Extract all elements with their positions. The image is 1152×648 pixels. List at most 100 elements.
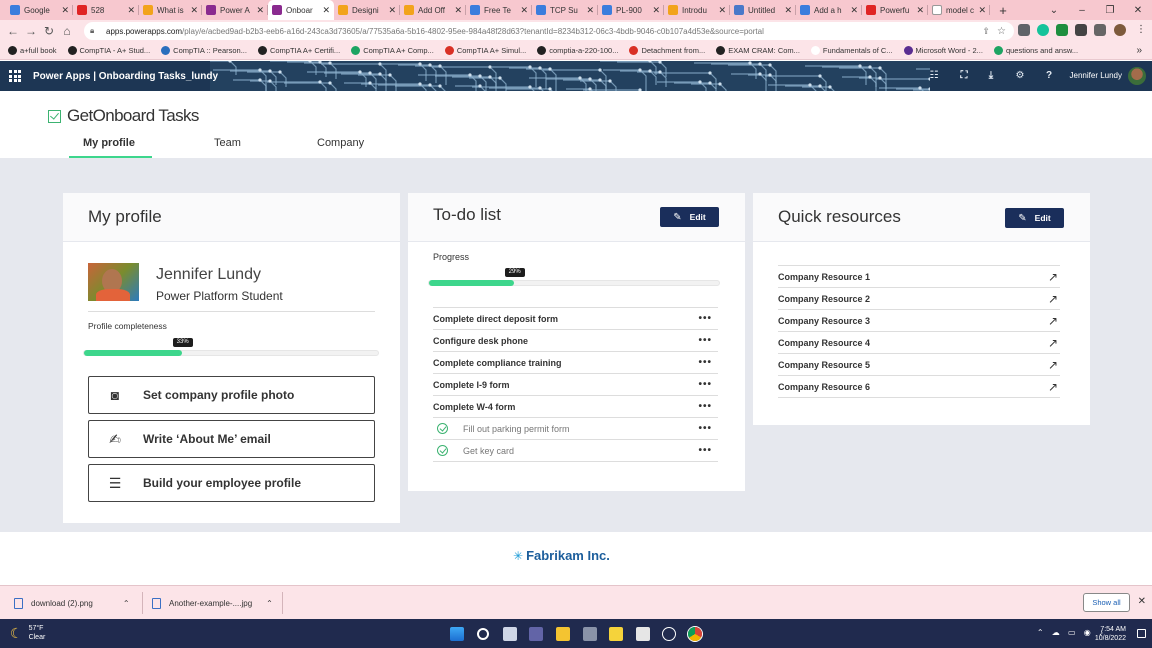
- download-item[interactable]: Another-example-....jpg ⌃: [152, 586, 273, 620]
- close-tab-icon[interactable]: ✕: [520, 5, 528, 16]
- todo-item[interactable]: Complete direct deposit form •••: [433, 307, 718, 329]
- bookmark-item[interactable]: comptia-a-220-100...: [537, 46, 618, 55]
- media-player-icon[interactable]: [662, 627, 676, 641]
- teams-icon[interactable]: [529, 627, 543, 641]
- browser-tab[interactable]: Introdu ✕: [664, 0, 730, 20]
- grammarly-icon[interactable]: [1037, 24, 1049, 36]
- app-launcher-icon[interactable]: [9, 70, 21, 82]
- resource-link[interactable]: Company Resource 6 ↗: [778, 375, 1060, 397]
- home-icon[interactable]: ⌂: [58, 24, 76, 38]
- address-bar[interactable]: 🔒︎ apps.powerapps.com/play/e/acbed9ad-b2…: [84, 22, 1014, 40]
- app-icon[interactable]: [583, 627, 597, 641]
- new-tab-button[interactable]: +: [994, 3, 1012, 18]
- extension-icon[interactable]: [1056, 24, 1068, 36]
- open-external-icon[interactable]: ↗: [1048, 292, 1058, 306]
- bookmark-item[interactable]: CompTIA A+ Certifi...: [257, 46, 340, 55]
- close-tab-icon[interactable]: ✕: [586, 5, 594, 16]
- chevron-up-icon[interactable]: ⌃: [123, 599, 130, 608]
- close-tab-icon[interactable]: ✕: [256, 5, 264, 16]
- browser-tab[interactable]: Designi ✕: [334, 0, 400, 20]
- tab-my-profile[interactable]: My profile: [83, 137, 135, 149]
- menu-icon[interactable]: ⋮: [1135, 24, 1147, 36]
- bookmark-item[interactable]: Detachment from...: [629, 46, 705, 55]
- user-avatar[interactable]: [1128, 67, 1146, 85]
- resources-edit-button[interactable]: ✎ Edit: [1005, 208, 1064, 228]
- settings-icon[interactable]: ⚙: [1014, 70, 1026, 82]
- open-external-icon[interactable]: ↗: [1048, 380, 1058, 394]
- extension-icon[interactable]: [1018, 24, 1030, 36]
- browser-tab[interactable]: model c ✕: [928, 0, 990, 20]
- reload-icon[interactable]: ↻: [40, 24, 58, 38]
- open-external-icon[interactable]: ↗: [1048, 358, 1058, 372]
- bookmark-item[interactable]: CompTIA A+ Simul...: [444, 46, 526, 55]
- close-tab-icon[interactable]: ✕: [190, 5, 198, 16]
- notification-icon[interactable]: [1137, 629, 1146, 638]
- fullscreen-icon[interactable]: ⛶: [958, 70, 970, 82]
- help-icon[interactable]: ?: [1043, 70, 1055, 82]
- search-icon[interactable]: [477, 628, 489, 640]
- profile-avatar[interactable]: [1114, 24, 1126, 36]
- browser-tab[interactable]: What is ✕: [139, 0, 202, 20]
- app-icon[interactable]: [636, 627, 650, 641]
- bookmark-item[interactable]: a+full book: [8, 46, 57, 55]
- open-external-icon[interactable]: ↗: [1048, 314, 1058, 328]
- todo-item[interactable]: Configure desk phone •••: [433, 329, 718, 351]
- chrome-icon[interactable]: [688, 627, 702, 641]
- show-all-button[interactable]: Show all: [1083, 593, 1130, 612]
- download-item[interactable]: download (2).png ⌃: [14, 586, 130, 620]
- close-tab-icon[interactable]: ✕: [916, 5, 924, 16]
- todo-item[interactable]: Fill out parking permit form •••: [433, 417, 718, 439]
- resource-link[interactable]: Company Resource 5 ↗: [778, 353, 1060, 375]
- more-options-icon[interactable]: •••: [698, 357, 712, 368]
- resource-link[interactable]: Company Resource 1 ↗: [778, 265, 1060, 287]
- bookmark-item[interactable]: CompTIA A+ Comp...: [351, 46, 434, 55]
- close-tab-icon[interactable]: ✕: [127, 5, 135, 16]
- close-icon[interactable]: ✕: [1138, 596, 1146, 607]
- browser-tab[interactable]: Power A ✕: [202, 0, 268, 20]
- puzzle-icon[interactable]: [1075, 24, 1087, 36]
- share-icon[interactable]: ⇪: [982, 26, 990, 37]
- browser-tab[interactable]: PL-900 ✕: [598, 0, 664, 20]
- more-options-icon[interactable]: •••: [698, 313, 712, 324]
- bookmark-item[interactable]: questions and answ...: [993, 46, 1078, 55]
- todo-edit-button[interactable]: ✎ Edit: [660, 207, 719, 227]
- close-tab-icon[interactable]: ✕: [388, 5, 396, 16]
- bookmark-item[interactable]: CompTIA :: Pearson...: [161, 46, 247, 55]
- minimize-icon[interactable]: –: [1068, 5, 1096, 16]
- restore-icon[interactable]: ❐: [1096, 5, 1124, 16]
- bookmark-item[interactable]: CompTIA - A+ Stud...: [67, 46, 150, 55]
- tab-team[interactable]: Team: [214, 137, 241, 149]
- profile-action-button[interactable]: ☰ Build your employee profile: [88, 464, 375, 502]
- bookmarks-overflow-icon[interactable]: »: [1136, 45, 1142, 56]
- start-icon[interactable]: [450, 627, 464, 641]
- browser-tab[interactable]: Google ✕: [6, 0, 73, 20]
- browser-tab[interactable]: Untitled ✕: [730, 0, 796, 20]
- close-tab-icon[interactable]: ✕: [850, 5, 858, 16]
- open-external-icon[interactable]: ↗: [1048, 336, 1058, 350]
- close-window-icon[interactable]: ✕: [1124, 5, 1152, 16]
- todo-item[interactable]: Complete I-9 form •••: [433, 373, 718, 395]
- file-explorer-icon[interactable]: [556, 627, 570, 641]
- browser-tab[interactable]: Add a h ✕: [796, 0, 862, 20]
- more-options-icon[interactable]: •••: [698, 379, 712, 390]
- bookmark-item[interactable]: Fundamentals of C...: [810, 46, 893, 55]
- close-tab-icon[interactable]: ✕: [61, 5, 69, 16]
- more-options-icon[interactable]: •••: [698, 401, 712, 412]
- clock[interactable]: 7:54 AM 10/8/2022: [1095, 625, 1126, 643]
- chevron-up-icon[interactable]: ⌃: [266, 599, 273, 608]
- browser-tab[interactable]: TCP Su ✕: [532, 0, 598, 20]
- forward-icon[interactable]: →: [22, 24, 40, 38]
- bookmark-star-icon[interactable]: ☆: [997, 26, 1006, 37]
- open-external-icon[interactable]: ↗: [1048, 270, 1058, 284]
- download-icon[interactable]: ⤓: [985, 70, 997, 82]
- more-options-icon[interactable]: •••: [698, 423, 712, 434]
- todo-item[interactable]: Get key card •••: [433, 439, 718, 461]
- resource-link[interactable]: Company Resource 4 ↗: [778, 331, 1060, 353]
- close-tab-icon[interactable]: ✕: [784, 5, 792, 16]
- browser-tab[interactable]: Add Off ✕: [400, 0, 466, 20]
- close-tab-icon[interactable]: ✕: [978, 5, 986, 16]
- team-icon[interactable]: ☷: [928, 70, 940, 82]
- back-icon[interactable]: ←: [4, 24, 22, 38]
- resource-link[interactable]: Company Resource 2 ↗: [778, 287, 1060, 309]
- browser-tab[interactable]: 528 ✕: [73, 0, 139, 20]
